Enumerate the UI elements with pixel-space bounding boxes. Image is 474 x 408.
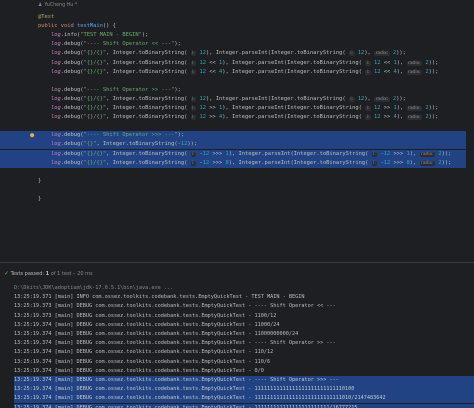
code-line[interactable]: log.debug("{}/{}", Integer.toBinaryStrin… (0, 95, 466, 104)
code-text: log.info("TEST MAIN - BEGIN"); (50, 32, 149, 39)
code-text: public void testMain() { (38, 23, 116, 30)
lightbulb-icon[interactable]: ● (30, 131, 34, 140)
console-log-line: 13:25:19.371 [main] INFO com.ossez.toolk… (14, 294, 305, 301)
code-text: log.debug("{}/{}", Integer.toBinaryStrin… (50, 105, 439, 111)
code-line[interactable]: log.debug("{}/{}", Integer.toBinaryStrin… (0, 68, 466, 77)
code-text: log.debug("{}/{}", Integer.toBinaryStrin… (50, 159, 452, 166)
code-text: log.debug("---- Shift Operator >>> ---")… (50, 132, 185, 139)
console-log-line: 13:25:19.374 [main] DEBUG com.ossez.tool… (14, 340, 336, 347)
code-line[interactable]: log.debug("---- Shift Operator << ---"); (0, 40, 466, 49)
code-line[interactable]: log.debug("{}/{}", Integer.toBinaryStrin… (0, 149, 466, 159)
console-log-line: 13:25:19.374 [main] DEBUG com.ossez.tool… (14, 385, 474, 395)
console-log-line: 13:25:19.373 [main] DEBUG com.ossez.tool… (14, 303, 336, 310)
check-icon: ✓ (4, 270, 10, 277)
console-log-line: 13:25:19.374 [main] DEBUG com.ossez.tool… (14, 358, 271, 365)
test-total-text: of 1 test – 20 ms (50, 271, 93, 277)
console-log-line: 13:25:19.374 [main] DEBUG com.ossez.tool… (14, 321, 280, 328)
code-line[interactable]: @Test (0, 13, 466, 22)
code-text: log.debug("---- Shift Operator >> ---"); (50, 86, 181, 93)
console-command-line: D:\Dkits\JDK\adoptium\jdk-17.0.5.1\bin\j… (14, 285, 174, 291)
code-line[interactable]: log.debug("---- Shift Operator >>> ---")… (0, 131, 466, 141)
passed-count: 1 (45, 271, 50, 277)
test-status-label: Tests passed: (10, 271, 45, 277)
code-line[interactable]: log.debug("{}", Integer.toBinaryString(-… (0, 140, 466, 150)
code-text: log.debug("{}/{}", Integer.toBinaryStrin… (50, 68, 439, 75)
code-text: } (38, 196, 42, 202)
console-log-line: 13:25:19.373 [main] DEBUG com.ossez.tool… (14, 312, 277, 319)
code-line[interactable] (0, 122, 466, 131)
console-log-line: 13:25:19.374 [main] DEBUG com.ossez.tool… (14, 376, 474, 385)
console-log-line: 13:25:19.374 [main] DEBUG com.ossez.tool… (14, 403, 474, 408)
code-line[interactable]: } (0, 177, 466, 186)
code-line[interactable]: log.debug("{}/{}", Integer.toBinaryStrin… (0, 104, 466, 113)
console-log-line: 13:25:19.374 [main] DEBUG com.ossez.tool… (14, 394, 474, 404)
code-line[interactable]: public void testMain() { (0, 22, 466, 31)
code-line[interactable]: log.debug("{}/{}", Integer.toBinaryStrin… (0, 158, 466, 168)
author-inlay-hint[interactable]: ♟ YuCheng Hu * (38, 3, 77, 8)
code-line[interactable]: log.debug("{}/{}", Integer.toBinaryStrin… (0, 59, 466, 68)
code-line[interactable]: } (0, 195, 466, 204)
code-text: log.debug("---- Shift Operator << ---"); (50, 41, 181, 48)
code-text: log.debug("{}/{}", Integer.toBinaryStrin… (50, 150, 452, 157)
code-line[interactable] (0, 77, 466, 86)
code-editor[interactable]: ♟ YuCheng Hu * @Test public void testMain(… (0, 0, 474, 262)
code-text: log.debug("{}", Integer.toBinaryString(-… (50, 141, 198, 148)
code-line[interactable] (0, 186, 466, 195)
console-toolbar (0, 284, 12, 408)
console-output[interactable]: D:\Dkits\JDK\adoptium\jdk-17.0.5.1\bin\j… (0, 284, 474, 408)
test-status: ✓ Tests passed: 1 of 1 test – 20 ms (4, 270, 93, 277)
code-line[interactable]: log.debug("{}/{}", Integer.toBinaryStrin… (0, 49, 466, 58)
code-line[interactable]: log.info("TEST MAIN - BEGIN"); (0, 31, 466, 40)
author-name: YuCheng Hu * (44, 3, 78, 8)
console-log-line: 13:25:19.374 [main] DEBUG com.ossez.tool… (14, 331, 299, 337)
console-log-line: 13:25:19.374 [main] DEBUG com.ossez.tool… (14, 367, 264, 374)
code-line[interactable] (0, 168, 466, 177)
run-panel-header: ✓ Tests passed: 1 of 1 test – 20 ms (0, 263, 474, 284)
code-text: log.debug("{}/{}", Integer.toBinaryStrin… (50, 95, 406, 102)
code-line[interactable]: log.debug("---- Shift Operator >> ---"); (0, 86, 466, 95)
person-icon: ♟ (38, 3, 43, 8)
code-line[interactable]: log.debug("{}/{}", Integer.toBinaryStrin… (0, 113, 466, 122)
code-text: log.debug("{}/{}", Integer.toBinaryStrin… (50, 50, 406, 57)
code-text: log.debug("{}/{}", Integer.toBinaryStrin… (50, 114, 439, 121)
editor-scrollbar[interactable] (466, 0, 474, 262)
code-text: @Test (38, 14, 55, 20)
code-text: } (38, 177, 42, 184)
console-log-line: 13:25:19.374 [main] DEBUG com.ossez.tool… (14, 349, 274, 356)
code-text: log.debug("{}/{}", Integer.toBinaryStrin… (50, 59, 439, 66)
